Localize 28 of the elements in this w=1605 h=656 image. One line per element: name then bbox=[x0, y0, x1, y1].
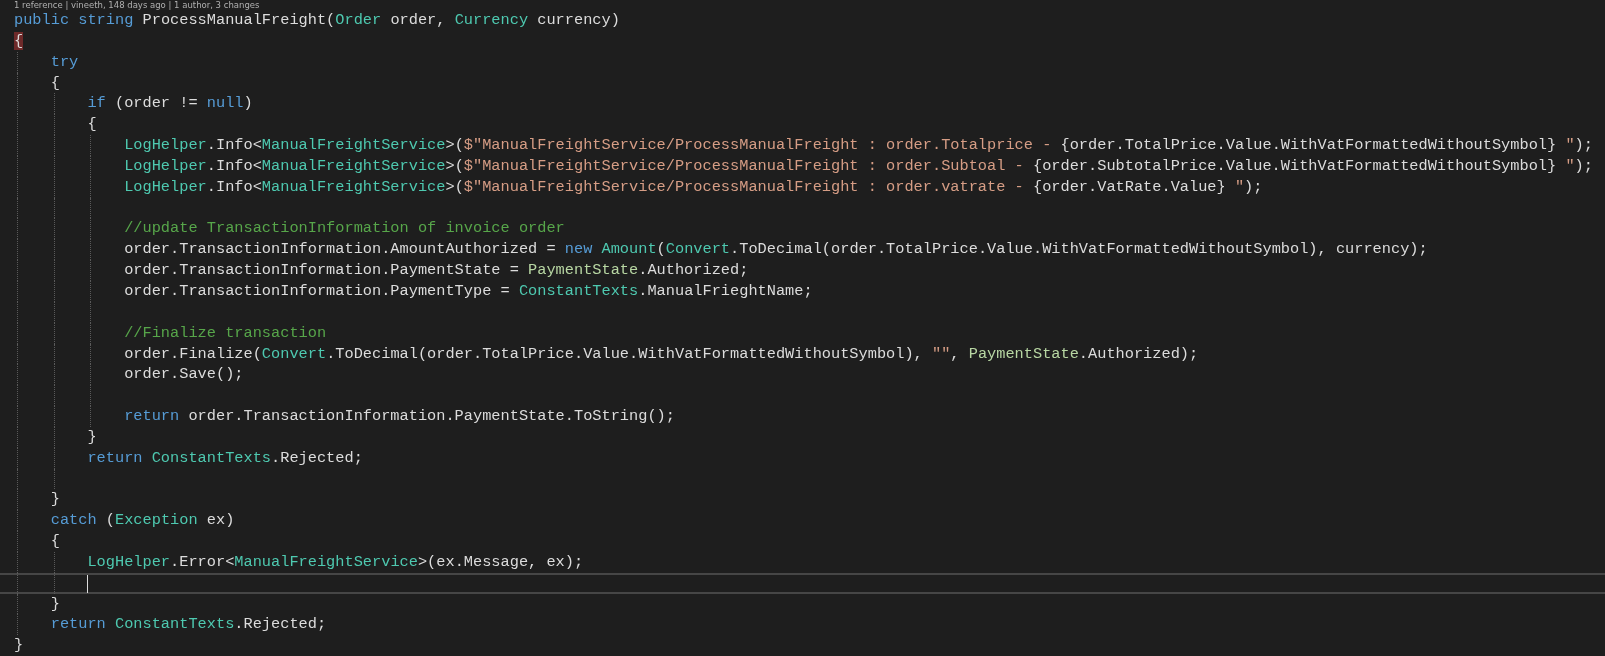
code-line: //Finalize transaction bbox=[0, 322, 1605, 344]
code-lens-info: 1 reference | vineeth, 148 days ago | 1 author, 3 changes bbox=[14, 0, 260, 10]
code-line: LogHelper.Error<ManualFreightService>(ex.Message, ex); bbox=[0, 551, 1605, 573]
code-line: LogHelper.Info<ManualFreightService>($"ManualFreightService/ProcessManualFreight : order.Subtoal - {order.SubtotalPrice.Value.WithVatFormattedWithoutSymbol} "); bbox=[0, 155, 1605, 177]
code-line: } bbox=[0, 489, 1605, 511]
code-line: order.Finalize(Convert.ToDecimal(order.TotalPrice.Value.WithVatFormattedWithoutSymbol), "", PaymentState.Authorized); bbox=[0, 343, 1605, 365]
code-line: } bbox=[0, 426, 1605, 448]
code-line: order.TransactionInformation.PaymentState = PaymentState.Authorized; bbox=[0, 260, 1605, 281]
code-line: order.TransactionInformation.AmountAuthorized = new Amount(Convert.ToDecimal(order.TotalPrice.Value.WithVatFormattedWithoutSymbol), currency); bbox=[0, 239, 1605, 261]
code-line: if (order != null) bbox=[0, 93, 1605, 115]
code-line: catch (Exception ex) bbox=[0, 510, 1605, 532]
code-line: //update TransactionInformation of invoice order bbox=[0, 218, 1605, 240]
code-line: return ConstantTexts.Rejected; bbox=[0, 447, 1605, 469]
code-line: try bbox=[0, 51, 1605, 73]
code-line: order.TransactionInformation.PaymentType = ConstantTexts.ManualFrieghtName; bbox=[0, 280, 1605, 302]
matched-brace: { bbox=[14, 31, 24, 50]
code-line: return order.TransactionInformation.PaymentState.ToString(); bbox=[0, 406, 1605, 427]
code-line: public string ProcessManualFreight(Order order, Currency currency) bbox=[13, 10, 621, 31]
code-line: LogHelper.Info<ManualFreightService>($"ManualFreightService/ProcessManualFreight : order.vatrate - {order.VatRate.Value} "); bbox=[0, 176, 1605, 198]
code-line: } bbox=[0, 593, 1605, 615]
code-line: order.Save(); bbox=[0, 364, 1605, 386]
code-line: } bbox=[13, 635, 25, 656]
text-cursor bbox=[87, 574, 89, 593]
code-line: { bbox=[0, 531, 1605, 552]
code-line: LogHelper.Info<ManualFreightService>($"ManualFreightService/ProcessManualFreight : order.Totalprice - {order.TotalPrice.Value.WithVatFormattedWithoutSymbol} "); bbox=[0, 135, 1605, 156]
code-line: { bbox=[0, 114, 1605, 136]
code-line: return ConstantTexts.Rejected; bbox=[0, 614, 1605, 636]
code-line: { bbox=[0, 72, 1605, 94]
